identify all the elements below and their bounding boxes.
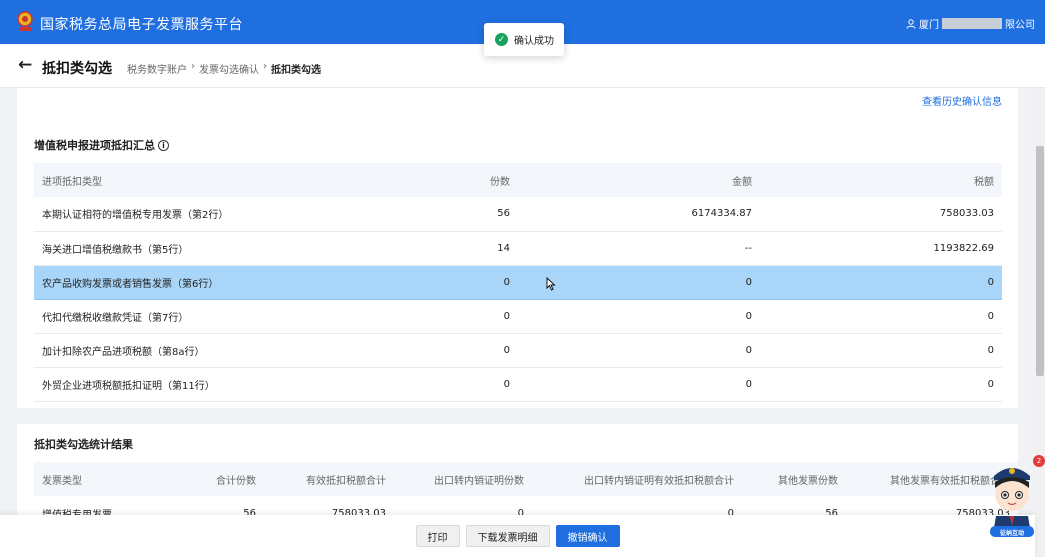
tax: 758033.03 bbox=[760, 197, 1002, 232]
column-header: 其他发票份数 bbox=[742, 462, 846, 496]
user-name-prefix: 厦门 bbox=[919, 20, 939, 31]
info-icon[interactable]: i bbox=[158, 140, 169, 151]
deduction-type: 加计扣除农产品进项税额（第8a行） bbox=[34, 333, 364, 368]
notification-badge: 2 bbox=[1033, 455, 1045, 467]
count-link[interactable]: 0 bbox=[364, 265, 518, 300]
tax: 0 bbox=[760, 299, 1002, 334]
summary-title-text: 增值税申报进项抵扣汇总 bbox=[34, 139, 155, 152]
download-details-button[interactable]: 下载发票明细 bbox=[465, 525, 550, 547]
column-header: 进项抵扣类型 bbox=[34, 163, 364, 197]
user-menu[interactable]: 厦门 限公司 bbox=[906, 16, 1035, 31]
amount: 0 bbox=[518, 299, 760, 334]
table-row: 海关进口增值税缴款书（第5行） 14 -- 1193822.69 bbox=[34, 231, 1002, 266]
table-row: 外贸企业进项税额抵扣证明（第11行） 0 0 0 bbox=[34, 367, 1002, 402]
back-arrow-icon[interactable]: ← bbox=[18, 56, 32, 74]
column-header: 有效抵扣税额合计 bbox=[264, 462, 394, 496]
column-header: 出口转内销证明份数 bbox=[394, 462, 532, 496]
breadcrumb-item[interactable]: 税务数字账户 bbox=[127, 61, 187, 76]
count-link[interactable]: 56 bbox=[364, 197, 518, 232]
tax: 0 bbox=[760, 367, 1002, 402]
scrollbar-thumb[interactable] bbox=[1036, 146, 1044, 376]
count-link[interactable]: 0 bbox=[364, 367, 518, 402]
deduction-type: 农产品收购发票或者销售发票（第6行） bbox=[34, 265, 364, 300]
mascot-caption: 征纳互动 bbox=[999, 530, 1024, 537]
column-header: 税额 bbox=[760, 163, 1002, 197]
summary-card: 查看历史确认信息 增值税申报进项抵扣汇总 i 进项抵扣类型 份数 金额 税额 本期… bbox=[17, 88, 1018, 408]
amount: 0 bbox=[518, 333, 760, 368]
deduction-type: 海关进口增值税缴款书（第5行） bbox=[34, 231, 364, 266]
table-row-hovered: 农产品收购发票或者销售发票（第6行） 0 0 0 bbox=[34, 265, 1002, 300]
deduction-type: 代扣代缴税收缴款凭证（第7行） bbox=[34, 299, 364, 334]
summary-table: 进项抵扣类型 份数 金额 税额 本期认证相符的增值税专用发票（第2行） 56 6… bbox=[34, 163, 1002, 402]
breadcrumb-item[interactable]: 发票勾选确认 bbox=[199, 61, 259, 76]
deduction-type: 外贸企业进项税额抵扣证明（第11行） bbox=[34, 367, 364, 402]
breadcrumb-separator: › bbox=[191, 61, 195, 72]
column-header: 合计份数 bbox=[172, 462, 264, 496]
amount: 0 bbox=[518, 367, 760, 402]
column-header: 出口转内销证明有效抵扣税额合计 bbox=[532, 462, 742, 496]
tax-emblem-icon bbox=[17, 11, 33, 31]
platform-title: 国家税务总局电子发票服务平台 bbox=[40, 17, 243, 33]
mouse-cursor-icon bbox=[546, 277, 556, 291]
print-button[interactable]: 打印 bbox=[415, 525, 460, 547]
breadcrumb: 税务数字账户 › 发票勾选确认 › 抵扣类勾选 bbox=[127, 61, 321, 76]
count-link[interactable]: 0 bbox=[364, 299, 518, 334]
redacted-user-name bbox=[942, 18, 1002, 29]
deduction-type: 本期认证相符的增值税专用发票（第2行） bbox=[34, 197, 364, 232]
breadcrumb-current: 抵扣类勾选 bbox=[271, 65, 321, 76]
action-bar: 打印 下载发票明细 撤销确认 bbox=[0, 515, 1035, 557]
summary-section-title: 增值税申报进项抵扣汇总 i bbox=[34, 137, 169, 153]
stats-section-title: 抵扣类勾选统计结果 bbox=[34, 438, 133, 451]
revoke-confirmation-button[interactable]: 撤销确认 bbox=[555, 525, 620, 547]
amount: 6174334.87 bbox=[518, 197, 760, 232]
history-confirmation-link[interactable]: 查看历史确认信息 bbox=[922, 93, 1002, 108]
table-row: 加计扣除农产品进项税额（第8a行） 0 0 0 bbox=[34, 333, 1002, 368]
page-title: 抵扣类勾选 bbox=[42, 61, 112, 77]
success-toast: ✓ 确认成功 bbox=[484, 23, 564, 56]
toast-message: 确认成功 bbox=[514, 36, 554, 47]
column-header: 份数 bbox=[364, 163, 518, 197]
count-link[interactable]: 0 bbox=[364, 333, 518, 368]
breadcrumb-separator: › bbox=[263, 61, 267, 72]
table-row: 本期认证相符的增值税专用发票（第2行） 56 6174334.87 758033… bbox=[34, 197, 1002, 232]
user-name-suffix: 限公司 bbox=[1005, 20, 1035, 31]
check-circle-icon: ✓ bbox=[495, 33, 508, 46]
tax: 0 bbox=[760, 265, 1002, 300]
table-row: 代扣代缴税收缴款凭证（第7行） 0 0 0 bbox=[34, 299, 1002, 334]
user-icon bbox=[906, 18, 916, 29]
column-header: 发票类型 bbox=[34, 462, 172, 496]
tax: 1193822.69 bbox=[760, 231, 1002, 266]
amount: -- bbox=[518, 231, 760, 266]
column-header: 金额 bbox=[518, 163, 760, 197]
count-link[interactable]: 14 bbox=[364, 231, 518, 266]
tax: 0 bbox=[760, 333, 1002, 368]
